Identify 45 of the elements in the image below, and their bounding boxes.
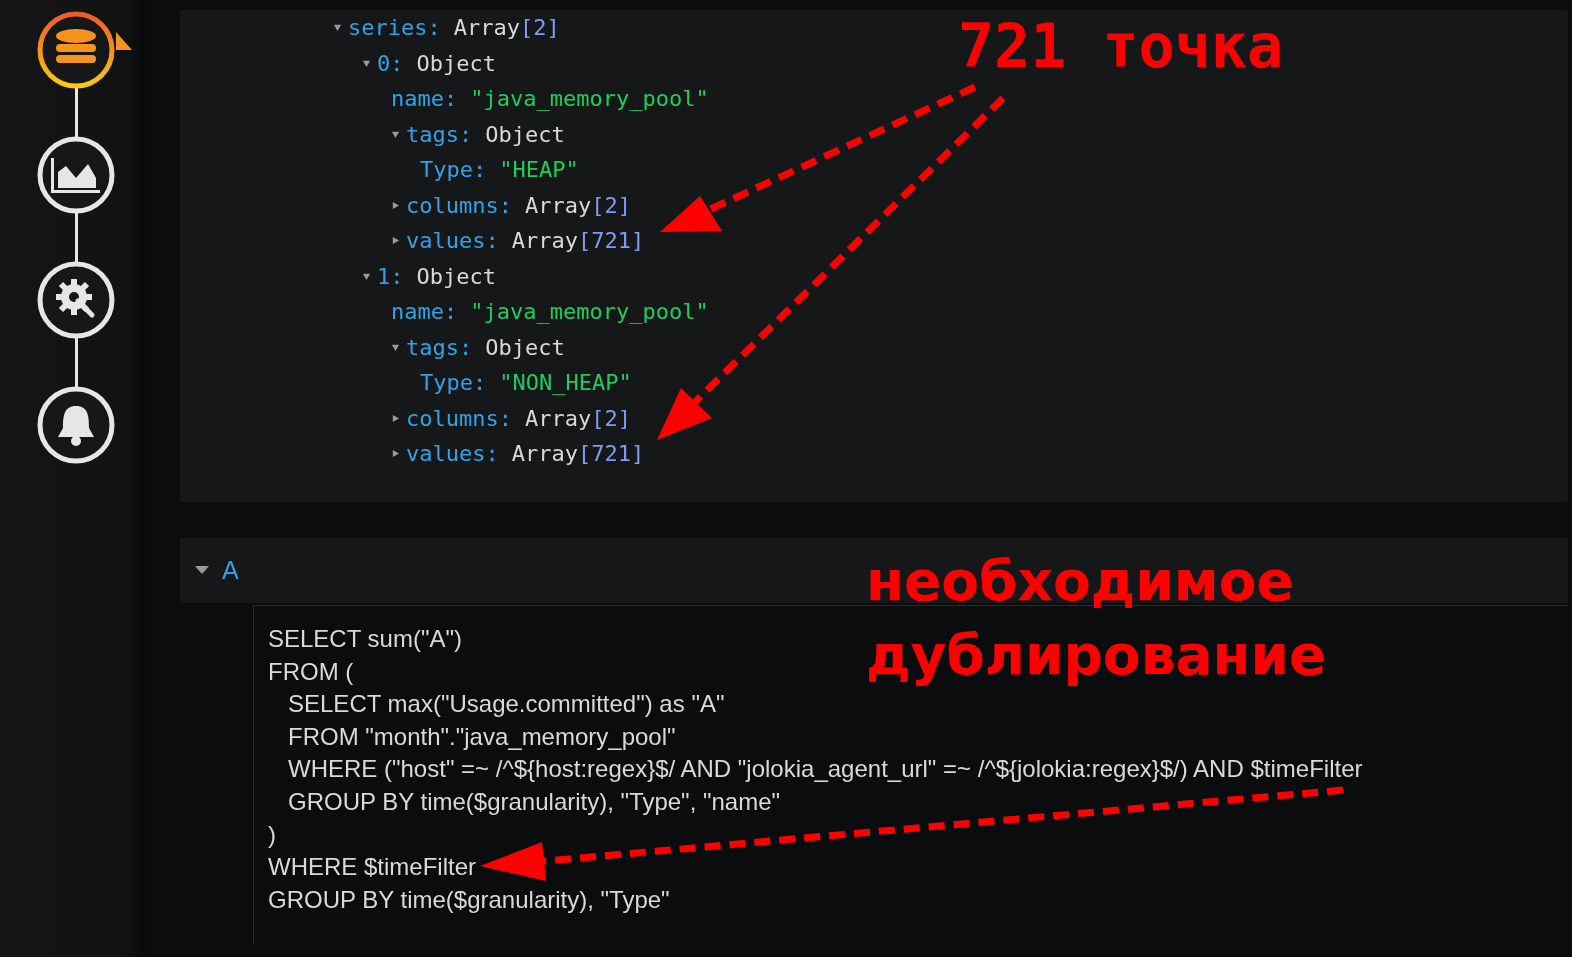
code-line: SELECT sum("A") [268, 624, 462, 654]
property-key: values: [406, 441, 499, 467]
property-value: "NON_HEAP" [499, 370, 632, 396]
property-value: Array [453, 15, 520, 41]
array-length: [721] [577, 228, 645, 254]
code-line: SELECT max("Usage.committed") as "A" [287, 689, 725, 720]
query-title[interactable]: A [222, 556, 239, 585]
property-value: "java_memory_pool" [470, 299, 709, 325]
code-line: FROM "month"."java_memory_pool" [287, 721, 676, 752]
property-key: tags: [406, 121, 473, 147]
annotation-text: дублирование [866, 622, 1327, 689]
annotation-text: необходимое [866, 548, 1295, 615]
property-key: series: [348, 15, 441, 41]
property-value: Object [416, 50, 496, 76]
code-line: WHERE $timeFilter [268, 852, 477, 883]
array-length: [2] [591, 192, 631, 218]
array-length: [2] [591, 405, 631, 431]
code-line: FROM ( [268, 656, 354, 687]
property-key: columns: [406, 192, 512, 218]
caret-icon[interactable] [195, 566, 209, 575]
property-key: Type: [420, 370, 487, 396]
code-line: GROUP BY time($granularity), "Type", "name" [287, 786, 781, 817]
property-key: tags: [406, 334, 473, 360]
property-value: "java_memory_pool" [470, 86, 709, 112]
property-key: columns: [406, 405, 512, 431]
code-line: GROUP BY time($granularity), "Type" [268, 884, 670, 915]
property-value: Object [485, 121, 565, 147]
property-key: Type: [420, 157, 487, 183]
property-value: Array [511, 228, 578, 254]
property-value: Array [511, 441, 578, 467]
property-value: Object [416, 263, 496, 289]
property-value: "HEAP" [499, 157, 579, 183]
code-line: WHERE ("host" =~ /^${host:regex}$/ AND "jolokia_agent_url" =~ /^${jolokia:regex}$/) AND $timeFilter [287, 754, 1363, 785]
property-key: name: [391, 299, 458, 325]
property-key: name: [391, 86, 458, 112]
array-length: [721] [577, 441, 645, 467]
code-line: ) [268, 819, 276, 850]
property-key: values: [406, 228, 499, 254]
annotation-text: 721 точка [958, 10, 1284, 82]
property-key: 0: [377, 50, 404, 76]
property-value: Array [524, 405, 592, 431]
array-length: [2] [519, 15, 560, 41]
property-value: Array [524, 192, 592, 218]
property-key: 1: [377, 263, 404, 289]
property-value: Object [485, 334, 565, 360]
